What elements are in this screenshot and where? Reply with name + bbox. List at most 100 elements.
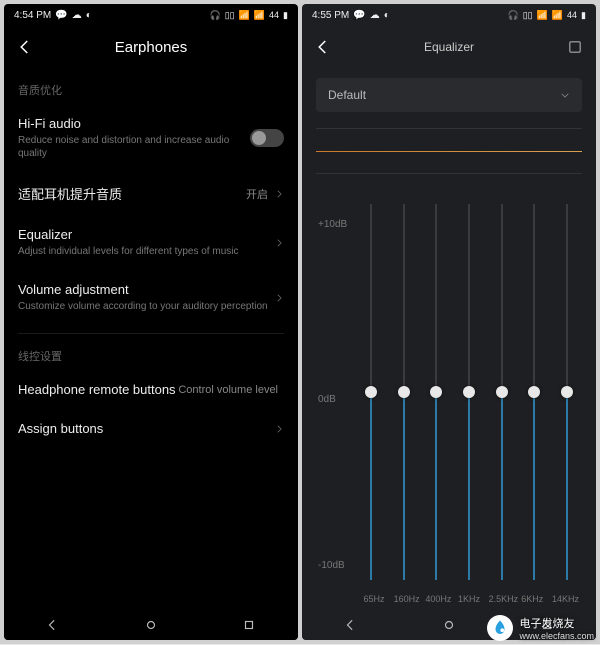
chat-icon: 💬 [55, 10, 67, 21]
status-bar: 4:54 PM 💬 ☁ ◐ 🎧 ▯▯ 📶 📶 44 ▮ [4, 4, 298, 26]
page-title: Earphones [4, 39, 298, 56]
status-time: 4:54 PM [14, 10, 51, 21]
match-title: 适配耳机提升音质 [18, 184, 246, 203]
battery-icon: ▮ [283, 10, 288, 21]
assign-title: Assign buttons [18, 421, 274, 436]
slider-track [501, 204, 503, 580]
nav-bar [4, 610, 298, 640]
response-curve [316, 128, 582, 174]
freq-label: 160Hz [394, 594, 418, 604]
eq-slider-160Hz[interactable] [395, 204, 413, 580]
page-title: Equalizer [302, 40, 596, 54]
slider-knob[interactable] [430, 386, 442, 398]
watermark-brand: 电子发烧友 [519, 615, 594, 631]
slider-knob[interactable] [398, 386, 410, 398]
curve-line [316, 151, 582, 152]
chevron-right-icon [274, 424, 284, 434]
freq-label: 1KHz [457, 594, 481, 604]
signal-icon: 📶 [239, 10, 250, 21]
watermark-logo-icon [487, 615, 513, 641]
phone-left: 4:54 PM 💬 ☁ ◐ 🎧 ▯▯ 📶 📶 44 ▮ Earphones 音质… [4, 4, 298, 640]
row-match[interactable]: 适配耳机提升音质 开启 [18, 172, 284, 215]
freq-label: 65Hz [362, 594, 386, 604]
eq-slider-400Hz[interactable] [427, 204, 445, 580]
freq-label: 400Hz [425, 594, 449, 604]
battery-level: 44 [269, 10, 279, 20]
wifi-icon: 📶 [254, 10, 265, 21]
freq-label: 6KHz [520, 594, 544, 604]
eq-slider-14KHz[interactable] [558, 204, 576, 580]
row-hifi[interactable]: Hi-Fi audio Reduce noise and distortion … [18, 104, 284, 172]
chevron-right-icon [274, 293, 284, 303]
nav-back-icon[interactable] [46, 618, 60, 632]
nav-home-icon[interactable] [144, 618, 158, 632]
freq-label: 14KHz [552, 594, 576, 604]
nav-recent-icon[interactable] [242, 618, 256, 632]
vol-sub: Customize volume according to your audit… [18, 300, 274, 313]
vol-title: Volume adjustment [18, 282, 274, 297]
slider-track [435, 204, 437, 580]
freq-label: 2.5KHz [489, 594, 513, 604]
eq-slider-65Hz[interactable] [362, 204, 380, 580]
eq-slider-2.5KHz[interactable] [493, 204, 511, 580]
remote-title: Headphone remote buttons [18, 382, 178, 397]
slider-knob[interactable] [365, 386, 377, 398]
watermark-url: www.elecfans.com [519, 631, 594, 641]
settings-list: 音质优化 Hi-Fi audio Reduce noise and distor… [4, 68, 298, 610]
telegram-icon: ◐ [384, 10, 390, 21]
row-assign[interactable]: Assign buttons [18, 409, 284, 448]
eq-sliders: +10dB 0dB -10dB 65Hz 160Hz 400Hz 1KHz 2.5KHz… [316, 194, 582, 610]
scale-mid: 0dB [318, 394, 336, 405]
chevron-down-icon [560, 90, 570, 100]
slider-track [403, 204, 405, 580]
hifi-title: Hi-Fi audio [18, 116, 250, 131]
row-volume[interactable]: Volume adjustment Customize volume accor… [18, 270, 284, 325]
header: Earphones [4, 26, 298, 68]
eq-sub: Adjust individual levels for different t… [18, 245, 274, 258]
sim-icon: ▯▯ [523, 10, 533, 21]
scale-bot: -10dB [318, 560, 345, 571]
slider-knob[interactable] [496, 386, 508, 398]
chevron-right-icon [274, 189, 284, 199]
preset-save-icon[interactable] [566, 38, 584, 56]
divider [18, 333, 284, 334]
slider-knob[interactable] [528, 386, 540, 398]
remote-value: Control volume level [178, 384, 278, 396]
eq-slider-1KHz[interactable] [460, 204, 478, 580]
match-value: 开启 [246, 186, 268, 202]
header: Equalizer [302, 26, 596, 68]
sim-icon: ▯▯ [225, 10, 235, 21]
slider-track [533, 204, 535, 580]
row-equalizer[interactable]: Equalizer Adjust individual levels for d… [18, 215, 284, 270]
row-remote[interactable]: Headphone remote buttons Control volume … [18, 370, 284, 409]
preset-select[interactable]: Default [316, 78, 582, 112]
telegram-icon: ◐ [86, 10, 92, 21]
chevron-right-icon [274, 238, 284, 248]
cloud-icon: ☁ [72, 10, 82, 21]
signal-icon: 📶 [537, 10, 548, 21]
battery-icon: ▮ [581, 10, 586, 21]
nav-back-icon[interactable] [344, 618, 358, 632]
preset-label: Default [328, 88, 366, 102]
slider-knob[interactable] [561, 386, 573, 398]
phone-right: 4:55 PM 💬 ☁ ◐ 🎧 ▯▯ 📶 📶 44 ▮ Equalizer De… [302, 4, 596, 640]
scale-top: +10dB [318, 219, 347, 230]
section-audio: 音质优化 [18, 82, 284, 98]
hifi-toggle[interactable] [250, 129, 284, 147]
eq-title: Equalizer [18, 227, 274, 242]
slider-track [370, 204, 372, 580]
cloud-icon: ☁ [370, 10, 380, 21]
headphone-icon: 🎧 [507, 10, 518, 21]
watermark: 电子发烧友 www.elecfans.com [487, 615, 594, 641]
eq-slider-6KHz[interactable] [525, 204, 543, 580]
slider-knob[interactable] [463, 386, 475, 398]
section-wire: 线控设置 [18, 348, 284, 364]
slider-track [468, 204, 470, 580]
wifi-icon: 📶 [552, 10, 563, 21]
chat-icon: 💬 [353, 10, 365, 21]
battery-level: 44 [567, 10, 577, 20]
slider-track [566, 204, 568, 580]
status-bar: 4:55 PM 💬 ☁ ◐ 🎧 ▯▯ 📶 📶 44 ▮ [302, 4, 596, 26]
headphone-icon: 🎧 [209, 10, 220, 21]
nav-home-icon[interactable] [442, 618, 456, 632]
